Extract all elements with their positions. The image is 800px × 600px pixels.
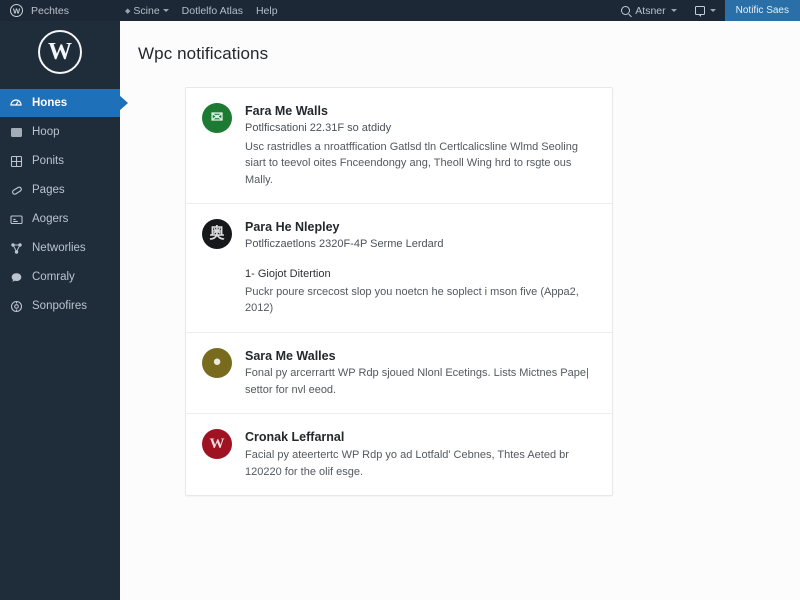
sidebar-item-label: Hones [32, 97, 68, 109]
network-icon [9, 241, 23, 255]
sidebar-item-hones[interactable]: Hones [0, 89, 120, 117]
form-icon [9, 212, 23, 226]
sidebar-item-label: Hoop [32, 126, 60, 138]
sidebar-item-ponits[interactable]: Ponits [0, 147, 120, 175]
notification-row[interactable]: 奥 Para He Nlepley Potlficzaetlons 2320F-… [186, 204, 612, 333]
sidebar-item-label: Networlies [32, 242, 86, 254]
admin-bar-search[interactable]: Atsner [612, 0, 685, 21]
comment-icon[interactable] [694, 6, 705, 17]
wordpress-logo-icon[interactable] [38, 30, 82, 74]
main-content: Wpc notifications ✉ Fara Me Walls Potlfi… [120, 21, 800, 600]
pencil-icon [9, 183, 23, 197]
comment-icon [9, 270, 23, 284]
diamond-icon: ◆ [125, 7, 131, 15]
sidebar-item-comraly[interactable]: Comraly [0, 263, 120, 291]
notification-text: Facial py ateertertc WP Rdp yo ad Lotfal… [245, 449, 569, 478]
admin-bar: Pechtes ◆ Scine Dotlelfo Atlas Help Atsn… [0, 0, 800, 21]
sidebar-item-pages[interactable]: Pages [0, 176, 120, 204]
notification-body: Fara Me Walls Potlficsationi 22.31F so a… [245, 103, 595, 188]
notification-title: Fara Me Walls [245, 104, 328, 118]
chevron-down-icon[interactable] [162, 9, 169, 12]
avatar: ● [202, 347, 232, 378]
admin-bar-item-atlas[interactable]: Dotlelfo Atlas [182, 5, 243, 17]
admin-bar-item-help[interactable]: Help [256, 5, 278, 17]
sidebar-item-label: Aogers [32, 213, 69, 225]
sidebar: Hones Hoop Ponits Pages [0, 21, 120, 600]
site-name-label: Pechtes [31, 4, 69, 17]
notification-card-group: ✉ Fara Me Walls Potlficsationi 22.31F so… [185, 87, 613, 497]
admin-bar-menu: ◆ Scine Dotlelfo Atlas Help [125, 5, 278, 17]
notification-subhead: 1- Giojot Ditertion [245, 268, 331, 281]
avatar-glyph: W [209, 435, 225, 452]
sidebar-item-label: Pages [32, 184, 65, 196]
admin-bar-item-label: Help [255, 4, 278, 17]
admin-bar-comments[interactable] [686, 0, 725, 21]
admin-bar-right: Atsner Notific Saes [612, 0, 800, 21]
notification-row[interactable]: ● Sara Me Walles Fonal py arcerrartt WP … [186, 333, 612, 415]
notification-body: Cronak Leffarnal Facial py ateertertc WP… [245, 429, 595, 480]
notification-title: Sara Me Walles [245, 348, 336, 363]
sidebar-item-aogers[interactable]: Aogers [0, 205, 120, 233]
notification-body: Sara Me Walles Fonal py arcerrartt WP Rd… [245, 348, 595, 399]
sidebar-item-hoop[interactable]: Hoop [0, 118, 120, 146]
sidebar-nav: Hones Hoop Ponits Pages Aogers Networlie… [0, 89, 120, 320]
sidebar-item-label: Ponits [32, 155, 64, 167]
avatar: W [202, 429, 232, 460]
avatar-glyph: ● [212, 354, 222, 371]
notification-title: Para He Nlepley [245, 220, 340, 235]
chevron-down-icon[interactable] [709, 9, 716, 12]
avatar: 奥 [202, 219, 232, 250]
notification-meta: Potlficzaetlons 2320F-4P Serme Lerdard [245, 238, 444, 251]
gear-icon [9, 299, 23, 313]
admin-bar-item-scine[interactable]: ◆ Scine [125, 5, 169, 17]
dashboard-icon [9, 96, 23, 110]
notification-meta: Potlficsationi 22.31F so atdidy [245, 121, 392, 134]
notification-text: Usc rastridles a nroatffication Gatlsd t… [245, 140, 578, 186]
notification-row[interactable]: ✉ Fara Me Walls Potlficsationi 22.31F so… [186, 88, 612, 205]
notifications-button[interactable]: Notific Saes [724, 0, 800, 21]
notification-text: Fonal py arcerrartt WP Rdp sjoued Nlonl … [245, 367, 589, 396]
search-icon[interactable] [621, 6, 631, 15]
admin-bar-item-label: Dotlelfo Atlas [181, 4, 243, 17]
sidebar-item-networlies[interactable]: Networlies [0, 234, 120, 262]
sidebar-logo[interactable] [0, 21, 120, 83]
grid-icon [9, 154, 23, 168]
avatar: ✉ [202, 103, 232, 133]
avatar-glyph: 奥 [209, 225, 225, 242]
wordpress-logo-icon[interactable] [10, 4, 23, 17]
notification-row[interactable]: W Cronak Leffarnal Facial py ateertertc … [186, 414, 612, 495]
page-title: Wpc notifications [138, 44, 269, 63]
notification-body: Para He Nlepley Potlficzaetlons 2320F-4P… [245, 219, 595, 316]
admin-bar-search-label: Atsner [635, 4, 666, 17]
notification-title: Cronak Leffarnal [245, 430, 345, 445]
sidebar-item-sonpofires[interactable]: Sonpofires [0, 292, 120, 320]
admin-bar-site[interactable]: Pechtes [0, 4, 120, 17]
sidebar-item-label: Sonpofires [32, 300, 87, 312]
avatar-glyph: ✉ [210, 109, 224, 126]
media-icon [9, 125, 23, 139]
notification-text: Puckr poure srcecost slop you noetcn he … [245, 285, 579, 315]
chevron-down-icon[interactable] [670, 9, 677, 12]
sidebar-item-label: Comraly [32, 271, 75, 283]
admin-bar-item-label: Scine [133, 4, 160, 17]
